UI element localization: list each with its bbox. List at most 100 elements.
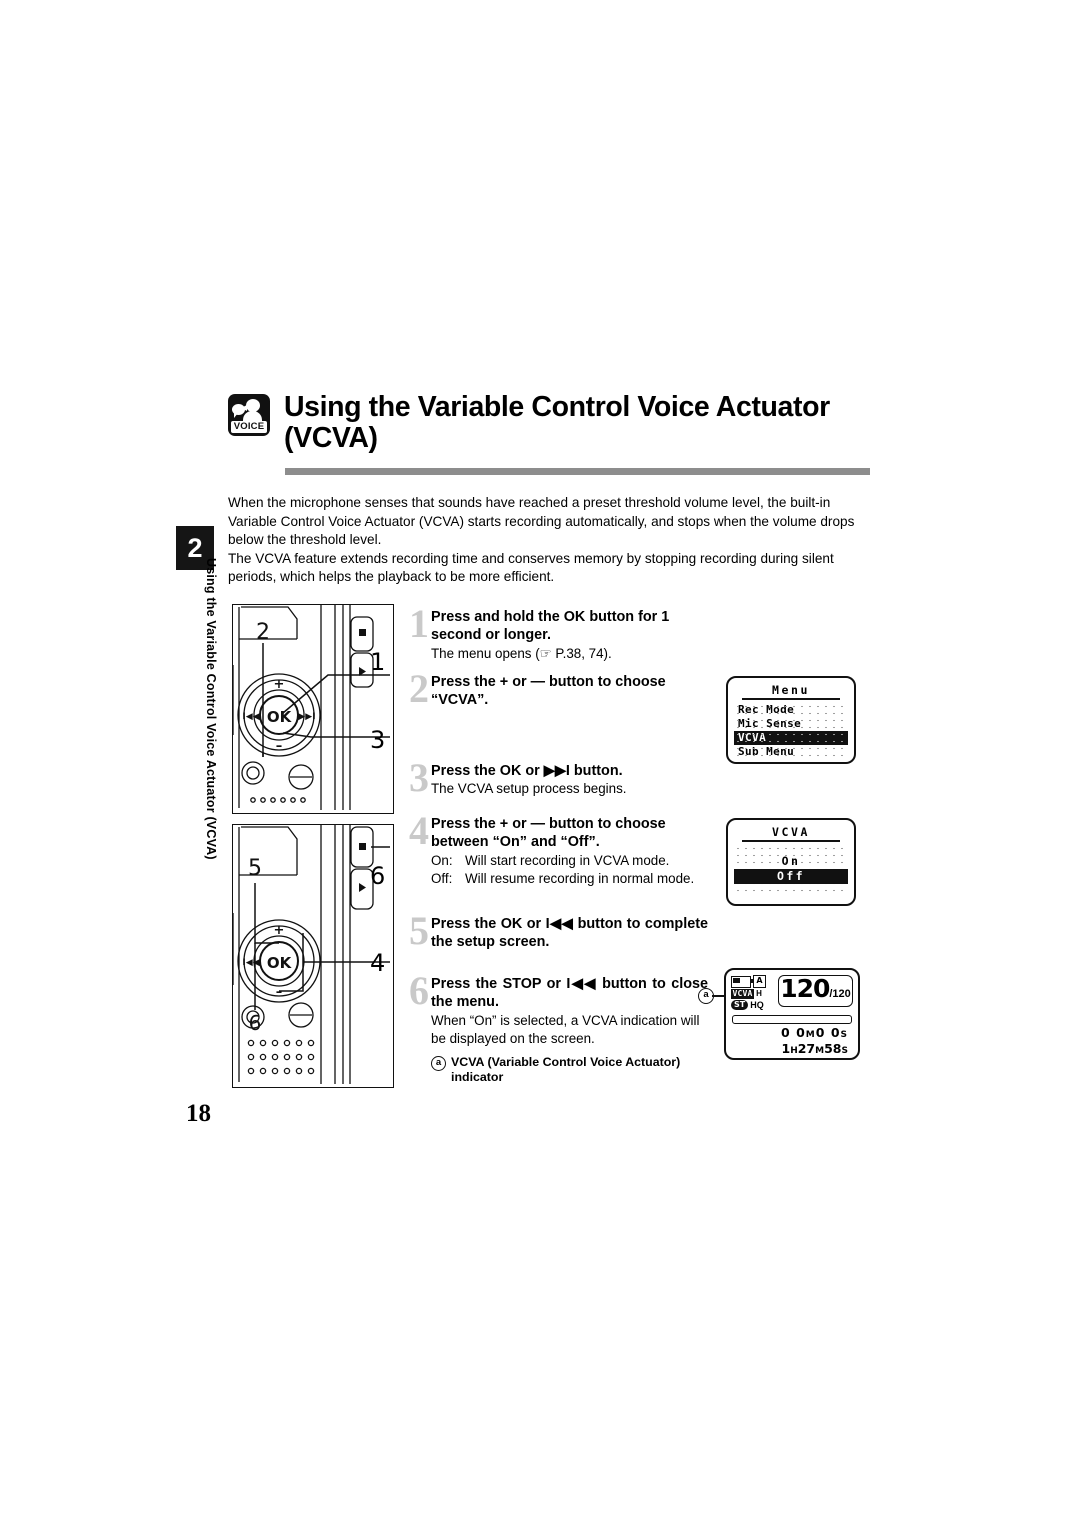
step-2: 2 Press the + or — button to choose “VCV… xyxy=(406,669,706,710)
lcd-menu-item-vcva[interactable]: VCVA xyxy=(734,731,848,745)
lcd-file-counter: 120 /120 xyxy=(778,975,853,1007)
page-number: 18 xyxy=(186,1100,211,1127)
step-2-heading: Press the + or — button to choose “VCVA”… xyxy=(431,674,666,709)
svg-text:▶▶I: ▶▶I xyxy=(298,712,315,722)
lcd-status-screen: A VCVA H ST HQ 120 /120 0 0M0 0S 1H27M58… xyxy=(724,968,860,1060)
step-5-number: 5 xyxy=(409,908,429,953)
note-marker-a: a xyxy=(431,1055,446,1071)
page-title-line2: (VCVA) xyxy=(284,422,378,454)
chapter-side-tab: 2 Using the Variable Control Voice Actua… xyxy=(176,526,218,860)
svg-text:+: + xyxy=(274,677,285,692)
callout-6-top: 6 xyxy=(370,862,386,890)
lcd-menu-screen: Menu Rec Mode Mic Sense VCVA Sub Menu xyxy=(726,676,856,764)
step-3: 3 Press the OK or ▶▶I button. The VCVA s… xyxy=(406,758,706,798)
remaining-time: 1H27M58S xyxy=(726,1042,848,1058)
step-4-def-on: On: Will start recording in VCVA mode. xyxy=(431,852,708,870)
remaining-minutes: 27 xyxy=(797,1041,816,1056)
step-4: 4 Press the + or — button to choose betw… xyxy=(406,811,708,888)
step-6-number: 6 xyxy=(409,968,429,1013)
elapsed-time: 0 0M0 0S xyxy=(726,1026,848,1042)
mode-badge-icon: A xyxy=(753,975,766,988)
manual-page: 2 Using the Variable Control Voice Actua… xyxy=(0,0,1080,1528)
callout-3: 3 xyxy=(370,726,386,754)
lcd-menu-item-mic-sense[interactable]: Mic Sense xyxy=(734,717,848,731)
lcd-vcva-option-off[interactable]: Off xyxy=(734,869,848,884)
remaining-hours: 1 xyxy=(781,1041,791,1056)
svg-text:–: – xyxy=(276,985,283,1000)
file-current-number: 120 xyxy=(780,974,830,1003)
svg-text:OK: OK xyxy=(267,954,293,972)
callout-4: 4 xyxy=(370,949,386,977)
lcd-menu-item-rec-mode[interactable]: Rec Mode xyxy=(734,703,848,717)
step-1-heading: Press and hold the OK button for 1 secon… xyxy=(431,609,670,644)
svg-text:OK: OK xyxy=(267,708,293,726)
step-3-sub: The VCVA setup process begins. xyxy=(431,781,627,797)
remaining-minutes-unit: M xyxy=(815,1046,825,1056)
callout-1: 1 xyxy=(370,648,386,676)
voice-icon-label: VOICE xyxy=(233,421,265,433)
svg-text:I◀◀: I◀◀ xyxy=(242,712,259,722)
progress-bar xyxy=(732,1015,852,1024)
step-6-heading: Press the STOP or I◀◀ button to close th… xyxy=(431,976,708,1011)
elapsed-minutes-unit: M xyxy=(805,1030,816,1040)
lcd-vcva-screen: VCVA On Off xyxy=(726,818,856,906)
step-4-off-value: Will resume recording in normal mode. xyxy=(465,870,695,886)
step-1: 1 Press and hold the OK button for 1 sec… xyxy=(406,604,706,663)
elapsed-seconds-unit: S xyxy=(840,1030,848,1040)
svg-text:–: – xyxy=(276,739,283,754)
lcd-menu-item-sub-menu[interactable]: Sub Menu xyxy=(734,745,848,759)
lcd-status-icons: A VCVA H ST HQ xyxy=(731,975,775,1011)
step-6-note: a VCVA (Variable Control Voice Actuator)… xyxy=(431,1055,708,1085)
step-4-def-off: Off: Will resume recording in normal mod… xyxy=(431,870,708,888)
step-6-sub: When “On” is selected, a VCVA indication… xyxy=(431,1012,700,1046)
voice-icon: VOICE xyxy=(228,394,270,436)
vcva-indicator-badge: VCVA xyxy=(731,989,755,999)
lcd-menu-title: Menu xyxy=(771,683,811,697)
step-2-number: 2 xyxy=(409,666,429,711)
note-text: VCVA (Variable Control Voice Actuator) i… xyxy=(451,1054,681,1084)
lcd-vcva-options: On Off xyxy=(734,845,848,893)
device-top-svg: OK + – I◀◀ ▶▶I 2 xyxy=(233,605,390,810)
remaining-seconds: 58 xyxy=(824,1041,842,1056)
step-4-off-key: Off: xyxy=(431,870,453,886)
svg-text:I◀◀: I◀◀ xyxy=(242,958,259,968)
svg-text:2: 2 xyxy=(256,620,270,645)
step-5: 5 Press the OK or I◀◀ button to complete… xyxy=(406,911,708,952)
lcd-menu-title-rule xyxy=(742,698,840,700)
lcd-time-readouts: 0 0M0 0S 1H27M58S xyxy=(726,1026,858,1058)
lcd-menu-list: Rec Mode Mic Sense VCVA Sub Menu xyxy=(734,703,848,759)
chapter-vertical-label: Using the Variable Control Voice Actuato… xyxy=(204,558,218,860)
mic-sense-icon: H xyxy=(756,989,762,998)
lcd-vcva-title-rule xyxy=(742,840,840,842)
header-divider xyxy=(285,468,870,475)
device-bottom-svg: OK + – I◀◀ 5 6 xyxy=(233,825,390,1084)
step-5-heading: Press the OK or I◀◀ button to complete t… xyxy=(431,916,708,951)
elapsed-minutes: 0 0 xyxy=(781,1025,806,1040)
lcd-vcva-title: VCVA xyxy=(771,825,811,839)
battery-icon xyxy=(731,975,753,988)
intro-text: When the microphone senses that sounds h… xyxy=(228,494,872,587)
remaining-hours-unit: H xyxy=(790,1046,798,1056)
svg-text:6: 6 xyxy=(249,1011,262,1035)
page-title-line1: Using the Variable Control Voice Actuato… xyxy=(284,391,830,423)
lcd-vcva-option-on[interactable]: On xyxy=(734,854,848,869)
svg-text:+: + xyxy=(274,923,285,938)
step-1-number: 1 xyxy=(409,601,429,646)
file-total-number: /120 xyxy=(829,988,851,1000)
device-illustration-top: OK + – I◀◀ ▶▶I 2 xyxy=(232,604,394,814)
step-3-number: 3 xyxy=(409,755,429,800)
step-6: 6 Press the STOP or I◀◀ button to close … xyxy=(406,971,708,1085)
elapsed-seconds: 0 0 xyxy=(815,1025,841,1040)
step-4-on-value: Will start recording in VCVA mode. xyxy=(465,852,670,868)
page-header: VOICE Using the Variable Control Voice A… xyxy=(228,392,870,454)
step-4-heading: Press the + or — button to choose betwee… xyxy=(431,816,666,851)
remaining-seconds-unit: S xyxy=(841,1046,848,1056)
step-3-heading: Press the OK or ▶▶I button. xyxy=(431,763,623,779)
svg-text:5: 5 xyxy=(248,856,262,881)
step-4-number: 4 xyxy=(409,808,429,853)
step-1-sub: The menu opens (☞ P.38, 74). xyxy=(431,645,612,661)
intro-paragraph-1: When the microphone senses that sounds h… xyxy=(228,495,855,548)
quality-badge: HQ xyxy=(750,1000,764,1010)
intro-paragraph-2: The VCVA feature extends recording time … xyxy=(228,550,834,585)
step-4-on-key: On: xyxy=(431,852,453,868)
